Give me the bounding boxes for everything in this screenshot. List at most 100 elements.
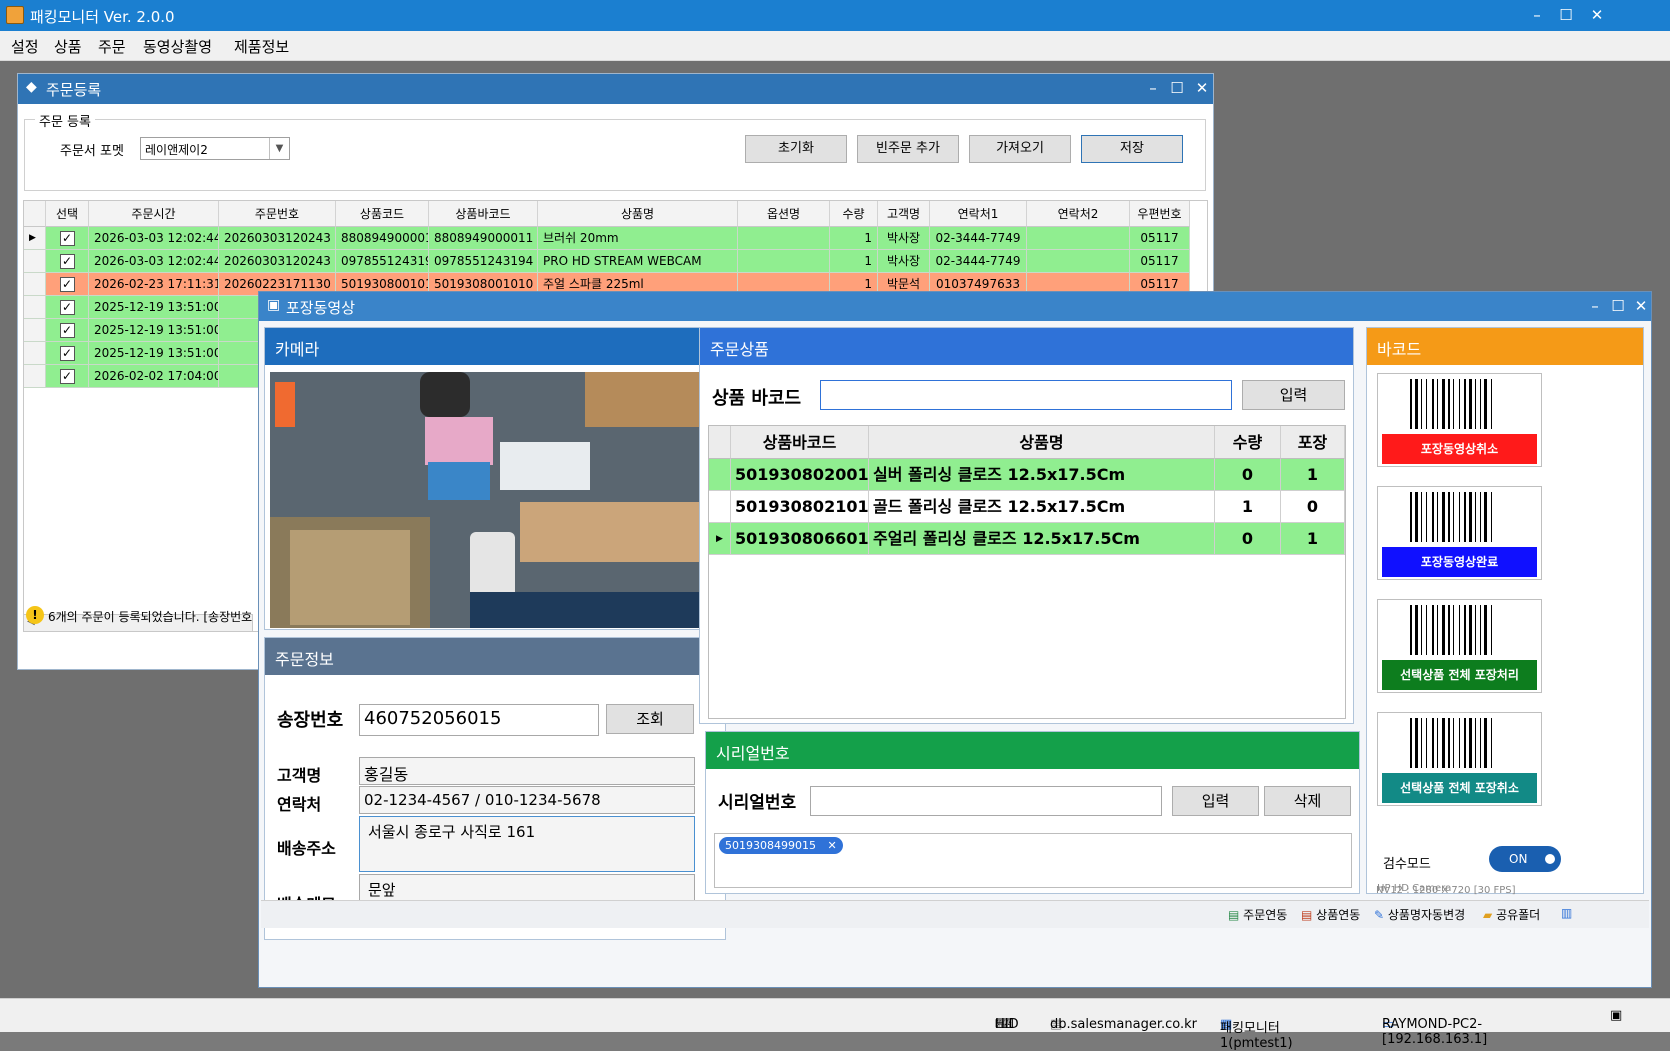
order-minimize-icon[interactable]: –: [1143, 78, 1163, 98]
menu-product-info[interactable]: 제품정보: [234, 36, 289, 57]
column-header[interactable]: 우편번호: [1130, 201, 1190, 227]
checkbox-checked-icon[interactable]: ✓: [59, 254, 75, 269]
serial-tag[interactable]: 5019308499015 ✕: [719, 837, 843, 854]
grid-cell: 05117: [1130, 250, 1190, 273]
serial-delete-button[interactable]: 삭제: [1264, 786, 1351, 816]
row-checkbox[interactable]: ✓: [46, 365, 89, 388]
menu-products[interactable]: 상품: [54, 36, 82, 57]
order-sync-link[interactable]: ▤ 주문연동: [1228, 906, 1287, 923]
maximize-icon[interactable]: ☐: [1556, 5, 1576, 25]
column-header[interactable]: 연락처2: [1027, 201, 1130, 227]
checkbox-checked-icon[interactable]: ✓: [59, 323, 75, 338]
chevron-down-icon[interactable]: ▼: [269, 138, 289, 159]
checkbox-checked-icon[interactable]: ✓: [59, 300, 75, 315]
shared-folder-link[interactable]: ▰ 공유폴더: [1483, 906, 1540, 923]
row-checkbox[interactable]: ✓: [46, 227, 89, 250]
row-header[interactable]: [24, 250, 46, 273]
row-checkbox[interactable]: ✓: [46, 250, 89, 273]
row-checkbox[interactable]: ✓: [46, 273, 89, 296]
column-header[interactable]: 상품바코드: [429, 201, 538, 227]
barcode-card[interactable]: 선택상품 전체 포장취소: [1377, 712, 1542, 806]
checkbox-checked-icon[interactable]: ✓: [59, 346, 75, 361]
inspect-mode-toggle[interactable]: ON: [1489, 846, 1561, 872]
add-empty-order-button[interactable]: 빈주문 추가: [857, 135, 959, 163]
order-close-icon[interactable]: ✕: [1192, 78, 1212, 98]
auto-rename-link[interactable]: ✎ 상품명자동변경: [1374, 906, 1465, 923]
order-sync-label: 주문연동: [1243, 908, 1288, 922]
console-icon[interactable]: ▣: [1610, 1008, 1622, 1023]
barcode-action-button[interactable]: 선택상품 전체 포장취소: [1382, 773, 1537, 803]
pack-maximize-icon[interactable]: ☐: [1608, 296, 1628, 316]
camera-panel: 카메라: [264, 327, 726, 630]
row-header[interactable]: [24, 319, 46, 342]
invoice-input[interactable]: 460752056015: [359, 704, 599, 736]
order-maximize-icon[interactable]: ☐: [1167, 78, 1187, 98]
fetch-button[interactable]: 가져오기: [969, 135, 1071, 163]
order-products-panel: 주문상품 상품 바코드 입력 상품바코드 상품명 수량 포장 5019308020011…: [699, 327, 1354, 724]
row-header[interactable]: [24, 273, 46, 296]
pack-minimize-icon[interactable]: –: [1585, 296, 1605, 316]
barcode-action-button[interactable]: 선택상품 전체 포장처리: [1382, 660, 1537, 690]
close-icon[interactable]: ✕: [1587, 5, 1607, 25]
serial-enter-button[interactable]: 입력: [1172, 786, 1259, 816]
barcode-enter-button[interactable]: 입력: [1242, 380, 1345, 410]
serial-input[interactable]: [810, 786, 1162, 816]
checkbox-checked-icon[interactable]: ✓: [59, 369, 75, 384]
product-row-header[interactable]: ▶: [709, 523, 731, 555]
tag-remove-icon[interactable]: ✕: [827, 839, 836, 852]
grid-cell: 2025-12-19 13:51:00: [89, 319, 219, 342]
barcode-bar: [1410, 605, 1412, 655]
save-button[interactable]: 저장: [1081, 135, 1183, 163]
column-header[interactable]: 상품코드: [336, 201, 429, 227]
product-barcode-input[interactable]: [820, 380, 1232, 410]
menu-video[interactable]: 동영상촬영: [143, 36, 212, 57]
barcode-bar: [1475, 605, 1476, 655]
product-column-header[interactable]: 포장: [1281, 426, 1345, 459]
column-header[interactable]: 옵션명: [738, 201, 830, 227]
product-column-header[interactable]: 상품바코드: [731, 426, 869, 459]
column-header[interactable]: 고객명: [878, 201, 930, 227]
row-header[interactable]: [24, 365, 46, 388]
barcode-card[interactable]: 포장동영상취소: [1377, 373, 1542, 467]
lookup-button[interactable]: 조회: [606, 704, 694, 734]
barcode-card[interactable]: 선택상품 전체 포장처리: [1377, 599, 1542, 693]
product-cell: 0: [1215, 459, 1281, 491]
checkbox-checked-icon[interactable]: ✓: [59, 277, 75, 292]
menu-settings[interactable]: 설정: [11, 36, 39, 57]
product-sync-link[interactable]: ▤ 상품연동: [1301, 906, 1360, 923]
column-header[interactable]: 상품명: [538, 201, 738, 227]
row-header[interactable]: [24, 342, 46, 365]
app-icon: [6, 6, 24, 24]
customer-value: 홍길동: [359, 757, 695, 785]
product-column-header[interactable]: 수량: [1215, 426, 1281, 459]
checkbox-checked-icon[interactable]: ✓: [59, 231, 75, 246]
product-row-header[interactable]: [709, 459, 731, 491]
barcode-action-button[interactable]: 포장동영상완료: [1382, 547, 1537, 577]
column-header[interactable]: 주문시간: [89, 201, 219, 227]
format-select[interactable]: 레이앤제이2 ▼: [140, 137, 290, 160]
barcode-bar: [1469, 379, 1472, 429]
menu-orders[interactable]: 주문: [98, 36, 126, 57]
product-column-header[interactable]: 상품명: [869, 426, 1215, 459]
column-header[interactable]: 수량: [830, 201, 878, 227]
info-warning-icon: !: [26, 606, 44, 624]
row-checkbox[interactable]: ✓: [46, 342, 89, 365]
row-checkbox[interactable]: ✓: [46, 296, 89, 319]
product-row-header[interactable]: [709, 491, 731, 523]
barcode-bar: [1432, 379, 1434, 429]
minimize-icon[interactable]: –: [1527, 5, 1547, 25]
barcode-bar: [1480, 718, 1481, 768]
reset-button[interactable]: 초기화: [745, 135, 847, 163]
column-header[interactable]: 연락처1: [930, 201, 1027, 227]
db-label: db.salesmanager.co.kr: [1050, 1017, 1198, 1032]
row-header[interactable]: ▶: [24, 227, 46, 250]
book-icon[interactable]: ▥: [1561, 906, 1572, 920]
column-header[interactable]: 주문번호: [219, 201, 336, 227]
pack-close-icon[interactable]: ✕: [1631, 296, 1651, 316]
row-header[interactable]: [24, 296, 46, 319]
column-header[interactable]: 선택: [46, 201, 89, 227]
row-checkbox[interactable]: ✓: [46, 319, 89, 342]
barcode-card[interactable]: 포장동영상완료: [1377, 486, 1542, 580]
pack-window-title: 포장동영상: [286, 299, 356, 317]
barcode-action-button[interactable]: 포장동영상취소: [1382, 434, 1537, 464]
